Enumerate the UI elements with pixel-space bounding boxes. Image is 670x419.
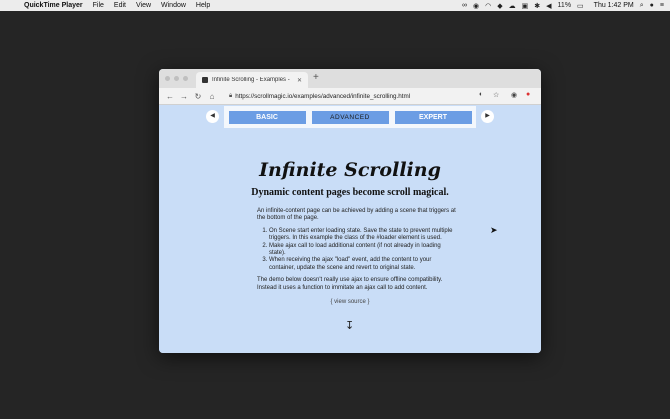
window-controls [165, 76, 188, 81]
tab-title: Infinite Scrolling - Examples - [212, 77, 290, 83]
page-title: Infinite Scrolling [259, 159, 441, 181]
list-item: Make ajax call to load additional conten… [269, 243, 457, 258]
example-category-nav: BASIC ADVANCED EXPERT [224, 106, 476, 128]
reload-icon[interactable]: ↻ [191, 92, 205, 101]
siri-icon[interactable]: ● [650, 2, 654, 9]
browser-window: Infinite Scrolling - Examples - ✕ + ← → … [159, 69, 541, 353]
extension-icon[interactable]: ◐ [479, 91, 483, 98]
volume-icon[interactable]: ◀ [546, 2, 551, 10]
list-item: When receiving the ajax "load" event, ad… [269, 257, 457, 272]
menu-view[interactable]: View [136, 2, 151, 9]
cloud-icon[interactable]: ☁ [509, 2, 516, 10]
note-paragraph: The demo below doesn't really use ajax t… [257, 277, 443, 291]
tab-advanced[interactable]: ADVANCED [311, 110, 389, 124]
mouse-cursor-icon: ➤ [490, 225, 498, 235]
page-content: ◀ BASIC ADVANCED EXPERT ▶ Infinite Scrol… [159, 105, 541, 353]
address-toolbar: ← → ↻ ⌂ 🔒︎ https://scrollmagic.io/exampl… [159, 88, 541, 105]
menu-edit[interactable]: Edit [114, 2, 126, 9]
tab-bar: Infinite Scrolling - Examples - ✕ + [159, 69, 541, 88]
creative-cloud-icon[interactable]: ∞ [462, 2, 467, 9]
url-text: https://scrollmagic.io/examples/advanced… [235, 93, 411, 100]
list-item: On Scene start enter loading state. Save… [269, 228, 457, 243]
menu-window[interactable]: Window [161, 2, 186, 9]
menu-help[interactable]: Help [196, 2, 210, 9]
display-icon[interactable]: ▣ [522, 2, 529, 10]
scroll-down-arrow-icon: ↧ [345, 320, 355, 332]
profile-icon[interactable]: ◉ [511, 91, 517, 99]
intro-paragraph: An infinite-content page can be achieved… [257, 208, 456, 222]
search-icon[interactable]: ⌕ [640, 2, 644, 10]
description: An infinite-content page can be achieved… [257, 208, 457, 297]
bluetooth-icon[interactable]: ✱ [534, 2, 540, 10]
bookmark-star-icon[interactable]: ☆ [493, 91, 499, 99]
tab-basic[interactable]: BASIC [228, 110, 306, 124]
dropbox-icon[interactable]: ◆ [497, 2, 502, 10]
close-window-button[interactable] [165, 76, 170, 81]
extension-red-icon[interactable]: ● [526, 91, 530, 98]
address-bar[interactable]: 🔒︎ https://scrollmagic.io/examples/advan… [229, 91, 474, 102]
forward-icon[interactable]: → [177, 92, 191, 101]
home-icon[interactable]: ⌂ [205, 92, 219, 101]
prev-arrow-button[interactable]: ◀ [206, 110, 219, 123]
zoom-window-button[interactable] [183, 76, 188, 81]
browser-tab[interactable]: Infinite Scrolling - Examples - ✕ [196, 72, 308, 88]
notification-center-icon[interactable]: ≡ [660, 2, 664, 9]
tab-favicon-icon [202, 77, 208, 83]
page-subtitle: Dynamic content pages become scroll magi… [251, 187, 449, 198]
new-tab-button[interactable]: + [313, 72, 319, 84]
battery-icon[interactable]: ▭ [577, 2, 584, 10]
steps-list: On Scene start enter loading state. Save… [257, 228, 457, 272]
lock-icon: 🔒︎ [229, 93, 233, 99]
minimize-window-button[interactable] [174, 76, 179, 81]
menu-file[interactable]: File [93, 2, 104, 9]
back-icon[interactable]: ← [163, 92, 177, 101]
menu-app-name[interactable]: QuickTime Player [24, 2, 83, 9]
close-tab-icon[interactable]: ✕ [297, 77, 302, 84]
user-icon[interactable]: ◉ [473, 2, 479, 10]
clock[interactable]: Thu 1:42 PM [594, 2, 634, 9]
tab-expert[interactable]: EXPERT [394, 110, 472, 124]
view-source-link[interactable]: { view source } [159, 299, 541, 305]
menu-bar: QuickTime Player File Edit View Window H… [0, 0, 670, 11]
wifi-icon[interactable]: ◠ [485, 2, 491, 10]
next-arrow-button[interactable]: ▶ [481, 110, 494, 123]
battery-percent[interactable]: 11% [558, 2, 572, 9]
